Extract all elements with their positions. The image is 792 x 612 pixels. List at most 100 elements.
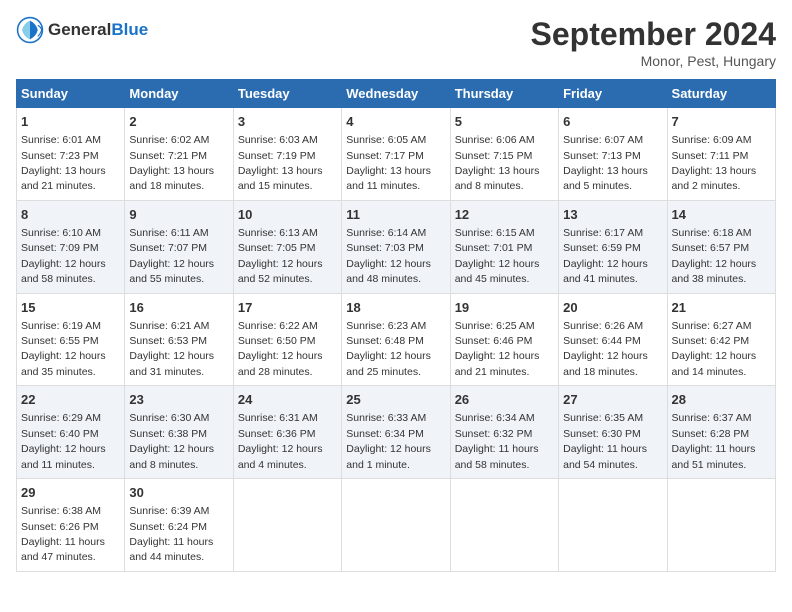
cell-info: Sunrise: 6:29 AMSunset: 6:40 PMDaylight:… bbox=[21, 412, 106, 470]
cell-info: Sunrise: 6:23 AMSunset: 6:48 PMDaylight:… bbox=[346, 320, 431, 378]
day-number: 8 bbox=[21, 206, 120, 224]
day-number: 11 bbox=[346, 206, 445, 224]
col-thursday: Thursday bbox=[450, 80, 558, 108]
cell-info: Sunrise: 6:02 AMSunset: 7:21 PMDaylight:… bbox=[129, 134, 214, 192]
col-tuesday: Tuesday bbox=[233, 80, 341, 108]
logo-icon bbox=[16, 16, 44, 44]
calendar-cell: 14 Sunrise: 6:18 AMSunset: 6:57 PMDaylig… bbox=[667, 200, 775, 293]
week-row-3: 15 Sunrise: 6:19 AMSunset: 6:55 PMDaylig… bbox=[17, 293, 776, 386]
day-number: 17 bbox=[238, 299, 337, 317]
cell-info: Sunrise: 6:05 AMSunset: 7:17 PMDaylight:… bbox=[346, 134, 431, 192]
day-number: 3 bbox=[238, 113, 337, 131]
calendar-cell bbox=[667, 479, 775, 572]
cell-info: Sunrise: 6:35 AMSunset: 6:30 PMDaylight:… bbox=[563, 412, 647, 470]
calendar-cell: 20 Sunrise: 6:26 AMSunset: 6:44 PMDaylig… bbox=[559, 293, 667, 386]
day-number: 10 bbox=[238, 206, 337, 224]
day-number: 21 bbox=[672, 299, 771, 317]
calendar-cell: 16 Sunrise: 6:21 AMSunset: 6:53 PMDaylig… bbox=[125, 293, 233, 386]
day-number: 13 bbox=[563, 206, 662, 224]
calendar-cell: 29 Sunrise: 6:38 AMSunset: 6:26 PMDaylig… bbox=[17, 479, 125, 572]
calendar-cell bbox=[342, 479, 450, 572]
calendar-cell: 12 Sunrise: 6:15 AMSunset: 7:01 PMDaylig… bbox=[450, 200, 558, 293]
cell-info: Sunrise: 6:15 AMSunset: 7:01 PMDaylight:… bbox=[455, 227, 540, 285]
logo-general: General bbox=[48, 20, 111, 39]
calendar-cell: 13 Sunrise: 6:17 AMSunset: 6:59 PMDaylig… bbox=[559, 200, 667, 293]
cell-info: Sunrise: 6:38 AMSunset: 6:26 PMDaylight:… bbox=[21, 505, 105, 563]
week-row-2: 8 Sunrise: 6:10 AMSunset: 7:09 PMDayligh… bbox=[17, 200, 776, 293]
header: GeneralBlue September 2024 Monor, Pest, … bbox=[16, 16, 776, 69]
week-row-5: 29 Sunrise: 6:38 AMSunset: 6:26 PMDaylig… bbox=[17, 479, 776, 572]
calendar-cell bbox=[559, 479, 667, 572]
day-number: 9 bbox=[129, 206, 228, 224]
day-number: 24 bbox=[238, 391, 337, 409]
day-number: 7 bbox=[672, 113, 771, 131]
calendar-cell: 15 Sunrise: 6:19 AMSunset: 6:55 PMDaylig… bbox=[17, 293, 125, 386]
header-row: Sunday Monday Tuesday Wednesday Thursday… bbox=[17, 80, 776, 108]
cell-info: Sunrise: 6:14 AMSunset: 7:03 PMDaylight:… bbox=[346, 227, 431, 285]
calendar-cell: 30 Sunrise: 6:39 AMSunset: 6:24 PMDaylig… bbox=[125, 479, 233, 572]
calendar-cell: 3 Sunrise: 6:03 AMSunset: 7:19 PMDayligh… bbox=[233, 108, 341, 201]
calendar-cell bbox=[233, 479, 341, 572]
cell-info: Sunrise: 6:22 AMSunset: 6:50 PMDaylight:… bbox=[238, 320, 323, 378]
day-number: 28 bbox=[672, 391, 771, 409]
calendar-cell: 26 Sunrise: 6:34 AMSunset: 6:32 PMDaylig… bbox=[450, 386, 558, 479]
calendar-cell: 1 Sunrise: 6:01 AMSunset: 7:23 PMDayligh… bbox=[17, 108, 125, 201]
main-title: September 2024 bbox=[531, 16, 776, 53]
cell-info: Sunrise: 6:27 AMSunset: 6:42 PMDaylight:… bbox=[672, 320, 757, 378]
day-number: 19 bbox=[455, 299, 554, 317]
calendar-cell: 19 Sunrise: 6:25 AMSunset: 6:46 PMDaylig… bbox=[450, 293, 558, 386]
cell-info: Sunrise: 6:13 AMSunset: 7:05 PMDaylight:… bbox=[238, 227, 323, 285]
title-area: September 2024 Monor, Pest, Hungary bbox=[531, 16, 776, 69]
col-monday: Monday bbox=[125, 80, 233, 108]
cell-info: Sunrise: 6:01 AMSunset: 7:23 PMDaylight:… bbox=[21, 134, 106, 192]
calendar-cell: 10 Sunrise: 6:13 AMSunset: 7:05 PMDaylig… bbox=[233, 200, 341, 293]
day-number: 27 bbox=[563, 391, 662, 409]
subtitle: Monor, Pest, Hungary bbox=[531, 53, 776, 69]
cell-info: Sunrise: 6:09 AMSunset: 7:11 PMDaylight:… bbox=[672, 134, 757, 192]
cell-info: Sunrise: 6:30 AMSunset: 6:38 PMDaylight:… bbox=[129, 412, 214, 470]
day-number: 6 bbox=[563, 113, 662, 131]
calendar-cell: 9 Sunrise: 6:11 AMSunset: 7:07 PMDayligh… bbox=[125, 200, 233, 293]
cell-info: Sunrise: 6:25 AMSunset: 6:46 PMDaylight:… bbox=[455, 320, 540, 378]
logo-blue: Blue bbox=[111, 20, 148, 39]
week-row-1: 1 Sunrise: 6:01 AMSunset: 7:23 PMDayligh… bbox=[17, 108, 776, 201]
logo: GeneralBlue bbox=[16, 16, 148, 44]
calendar-cell: 23 Sunrise: 6:30 AMSunset: 6:38 PMDaylig… bbox=[125, 386, 233, 479]
day-number: 2 bbox=[129, 113, 228, 131]
calendar-cell: 2 Sunrise: 6:02 AMSunset: 7:21 PMDayligh… bbox=[125, 108, 233, 201]
calendar-cell: 5 Sunrise: 6:06 AMSunset: 7:15 PMDayligh… bbox=[450, 108, 558, 201]
cell-info: Sunrise: 6:10 AMSunset: 7:09 PMDaylight:… bbox=[21, 227, 106, 285]
calendar-cell: 24 Sunrise: 6:31 AMSunset: 6:36 PMDaylig… bbox=[233, 386, 341, 479]
cell-info: Sunrise: 6:19 AMSunset: 6:55 PMDaylight:… bbox=[21, 320, 106, 378]
day-number: 18 bbox=[346, 299, 445, 317]
cell-info: Sunrise: 6:34 AMSunset: 6:32 PMDaylight:… bbox=[455, 412, 539, 470]
calendar-cell: 7 Sunrise: 6:09 AMSunset: 7:11 PMDayligh… bbox=[667, 108, 775, 201]
col-friday: Friday bbox=[559, 80, 667, 108]
day-number: 4 bbox=[346, 113, 445, 131]
calendar-table: Sunday Monday Tuesday Wednesday Thursday… bbox=[16, 79, 776, 572]
calendar-cell: 4 Sunrise: 6:05 AMSunset: 7:17 PMDayligh… bbox=[342, 108, 450, 201]
cell-info: Sunrise: 6:37 AMSunset: 6:28 PMDaylight:… bbox=[672, 412, 756, 470]
cell-info: Sunrise: 6:26 AMSunset: 6:44 PMDaylight:… bbox=[563, 320, 648, 378]
cell-info: Sunrise: 6:07 AMSunset: 7:13 PMDaylight:… bbox=[563, 134, 648, 192]
day-number: 16 bbox=[129, 299, 228, 317]
cell-info: Sunrise: 6:39 AMSunset: 6:24 PMDaylight:… bbox=[129, 505, 213, 563]
col-saturday: Saturday bbox=[667, 80, 775, 108]
cell-info: Sunrise: 6:33 AMSunset: 6:34 PMDaylight:… bbox=[346, 412, 431, 470]
day-number: 29 bbox=[21, 484, 120, 502]
calendar-cell: 18 Sunrise: 6:23 AMSunset: 6:48 PMDaylig… bbox=[342, 293, 450, 386]
calendar-cell: 22 Sunrise: 6:29 AMSunset: 6:40 PMDaylig… bbox=[17, 386, 125, 479]
cell-info: Sunrise: 6:11 AMSunset: 7:07 PMDaylight:… bbox=[129, 227, 214, 285]
day-number: 25 bbox=[346, 391, 445, 409]
day-number: 12 bbox=[455, 206, 554, 224]
cell-info: Sunrise: 6:18 AMSunset: 6:57 PMDaylight:… bbox=[672, 227, 757, 285]
col-wednesday: Wednesday bbox=[342, 80, 450, 108]
day-number: 15 bbox=[21, 299, 120, 317]
cell-info: Sunrise: 6:03 AMSunset: 7:19 PMDaylight:… bbox=[238, 134, 323, 192]
calendar-cell: 27 Sunrise: 6:35 AMSunset: 6:30 PMDaylig… bbox=[559, 386, 667, 479]
day-number: 14 bbox=[672, 206, 771, 224]
col-sunday: Sunday bbox=[17, 80, 125, 108]
day-number: 26 bbox=[455, 391, 554, 409]
cell-info: Sunrise: 6:31 AMSunset: 6:36 PMDaylight:… bbox=[238, 412, 323, 470]
day-number: 1 bbox=[21, 113, 120, 131]
